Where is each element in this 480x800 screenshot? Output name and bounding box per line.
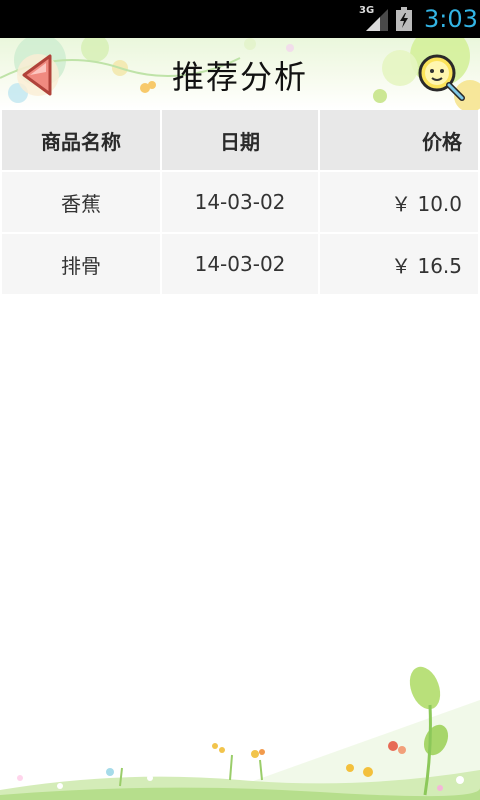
price-cell: ￥ 10.0 <box>320 172 478 232</box>
recommendation-table: 商品名称 日期 价格 香蕉 14-03-02 ￥ 10.0 排骨 14-03-0… <box>0 110 480 296</box>
column-header-date: 日期 <box>162 110 318 170</box>
date-cell: 14-03-02 <box>162 172 318 232</box>
product-name-cell: 排骨 <box>2 234 160 294</box>
column-header-price: 价格 <box>320 110 478 170</box>
clock: 3:03 <box>424 5 478 33</box>
search-icon[interactable] <box>416 52 466 102</box>
table-row[interactable]: 排骨 14-03-02 ￥ 16.5 <box>0 234 480 294</box>
table-header-row: 商品名称 日期 价格 <box>0 110 480 170</box>
column-header-product-name: 商品名称 <box>2 110 160 170</box>
signal-strength-icon <box>366 9 388 31</box>
page-title: 推荐分析 <box>171 58 308 96</box>
app-header: 推荐分析 <box>0 38 480 110</box>
status-bar: 3G 3:03 <box>0 0 480 38</box>
price-cell: ￥ 16.5 <box>320 234 478 294</box>
battery-charging-icon <box>396 7 412 31</box>
footer-floral-decoration <box>0 666 480 800</box>
table-row[interactable]: 香蕉 14-03-02 ￥ 10.0 <box>0 172 480 232</box>
product-name-cell: 香蕉 <box>2 172 160 232</box>
date-cell: 14-03-02 <box>162 234 318 294</box>
back-arrow-icon[interactable] <box>16 50 60 100</box>
